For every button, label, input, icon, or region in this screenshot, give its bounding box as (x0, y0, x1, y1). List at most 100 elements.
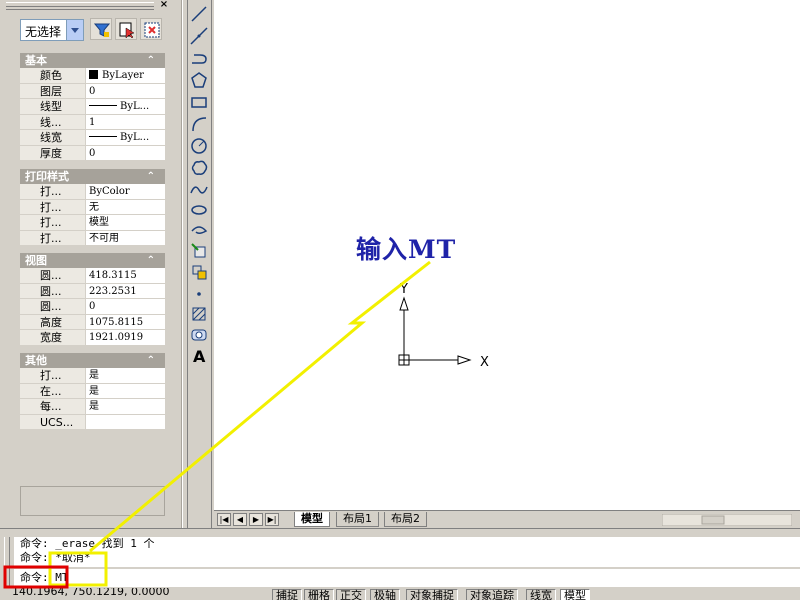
tab-layout2[interactable]: 布局2 (384, 512, 427, 527)
hatch-tool-button[interactable] (188, 304, 210, 324)
construction-line-tool-button[interactable] (188, 26, 210, 46)
property-value[interactable] (86, 415, 165, 430)
line-icon (191, 6, 207, 22)
property-row[interactable]: 圆... 418.3115 (20, 268, 165, 284)
horizontal-scrollbar[interactable] (662, 514, 792, 526)
property-value[interactable]: 1921.0919 (86, 330, 165, 345)
collapse-icon[interactable]: ⌃ (147, 169, 155, 184)
collapse-icon[interactable]: ⌃ (147, 353, 155, 368)
polygon-icon (191, 72, 207, 88)
line-tool-button[interactable] (188, 4, 210, 24)
property-value[interactable]: 是 (86, 399, 165, 414)
property-key: 线宽 (20, 130, 86, 145)
property-row[interactable]: 圆... 223.2531 (20, 283, 165, 299)
property-value[interactable]: 1 (86, 115, 165, 130)
selection-dropdown[interactable]: 无选择 (20, 19, 84, 41)
property-value[interactable]: ByColor (86, 184, 165, 199)
first-tab-button[interactable]: |◀ (217, 513, 231, 526)
palette-title-bar[interactable]: × (0, 0, 182, 12)
property-key: UCS... (20, 414, 86, 429)
grid-toggle[interactable]: 栅格 (304, 589, 334, 600)
property-row[interactable]: 在... 是 (20, 383, 165, 399)
property-value[interactable]: 模型 (86, 215, 165, 230)
ucs-x-label: X (480, 355, 489, 370)
section-view-header[interactable]: 视图 ⌃ (20, 253, 165, 268)
property-row[interactable]: 线宽 ByL... (20, 130, 165, 146)
property-value[interactable]: ByL... (86, 99, 165, 114)
property-value[interactable]: 0 (86, 146, 165, 161)
property-value[interactable]: 0 (86, 299, 165, 314)
osnap-toggle[interactable]: 对象捕捉 (406, 589, 458, 600)
property-row[interactable]: 颜色 ByLayer (20, 68, 165, 84)
property-value[interactable]: 是 (86, 368, 165, 383)
rectangle-tool-button[interactable] (188, 92, 210, 112)
property-row[interactable]: 打... 不可用 (20, 230, 165, 246)
property-row[interactable]: 线... 1 (20, 114, 165, 130)
insert-block-tool-button[interactable] (188, 241, 210, 261)
quick-select-button[interactable] (140, 18, 162, 40)
multiline-text-tool-button[interactable]: A (188, 345, 210, 365)
snap-toggle[interactable]: 捕捉 (272, 589, 302, 600)
palette-grip[interactable] (6, 2, 154, 10)
select-objects-button[interactable] (115, 18, 137, 40)
point-tool-button[interactable] (188, 284, 210, 304)
property-row[interactable]: 打... 无 (20, 199, 165, 215)
section-plot-style-header[interactable]: 打印样式 ⌃ (20, 169, 165, 184)
tab-layout1[interactable]: 布局1 (336, 512, 379, 527)
model-toggle[interactable]: 模型 (560, 589, 590, 600)
property-value[interactable]: 1075.8115 (86, 315, 165, 330)
property-row[interactable]: 圆... 0 (20, 299, 165, 315)
property-value[interactable]: ByLayer (86, 68, 165, 83)
polygon-tool-button[interactable] (188, 70, 210, 90)
property-value[interactable]: 无 (86, 200, 165, 215)
polar-toggle[interactable]: 极轴 (370, 589, 400, 600)
make-block-tool-button[interactable] (188, 262, 210, 282)
section-basic-header[interactable]: 基本 ⌃ (20, 53, 165, 68)
lineweight-toggle[interactable]: 线宽 (526, 589, 556, 600)
drawing-canvas[interactable]: 输入MT Y X (214, 0, 800, 510)
property-value[interactable]: ByL... (86, 130, 165, 145)
property-row[interactable]: 打... ByColor (20, 184, 165, 200)
property-value[interactable]: 0 (86, 84, 165, 99)
section-basic: 基本 ⌃ 颜色 ByLayer 图层 0 线型 ByL... 线... 1 线宽 ByL.… (20, 53, 165, 161)
properties-palette: × 无选择 基本 ⌃ 颜色 ByLayer 图层 0 线型 ByL... 线... 1 … (0, 0, 182, 528)
ellipse-tool-button[interactable] (188, 200, 210, 220)
property-row[interactable]: 打... 模型 (20, 215, 165, 231)
filter-icon (93, 23, 111, 37)
otrack-toggle[interactable]: 对象追踪 (466, 589, 518, 600)
revision-cloud-tool-button[interactable] (188, 158, 210, 178)
last-tab-button[interactable]: ▶| (265, 513, 279, 526)
property-row[interactable]: UCS... (20, 414, 165, 430)
property-value[interactable]: 不可用 (86, 231, 165, 246)
next-tab-button[interactable]: ▶ (249, 513, 263, 526)
spline-tool-button[interactable] (188, 180, 210, 200)
make-block-icon (192, 265, 207, 280)
property-row[interactable]: 宽度 1921.0919 (20, 330, 165, 346)
tab-model[interactable]: 模型 (294, 512, 330, 527)
property-row[interactable]: 每... 是 (20, 399, 165, 415)
property-row[interactable]: 高度 1075.8115 (20, 314, 165, 330)
chevron-down-icon[interactable] (66, 20, 83, 40)
property-row[interactable]: 线型 ByL... (20, 99, 165, 115)
region-tool-button[interactable] (188, 325, 210, 345)
polyline-tool-button[interactable] (188, 48, 210, 68)
toggle-pickadd-button[interactable] (90, 18, 112, 40)
close-icon[interactable]: × (158, 0, 170, 11)
property-row[interactable]: 厚度 0 (20, 145, 165, 161)
property-row[interactable]: 图层 0 (20, 83, 165, 99)
section-misc-header[interactable]: 其他 ⌃ (20, 353, 165, 368)
ellipse-arc-tool-button[interactable] (188, 220, 210, 240)
ortho-toggle[interactable]: 正交 (336, 589, 366, 600)
property-row[interactable]: 打... 是 (20, 368, 165, 384)
region-icon (191, 329, 207, 341)
collapse-icon[interactable]: ⌃ (147, 53, 155, 68)
arc-tool-button[interactable] (188, 114, 210, 134)
property-value[interactable]: 418.3115 (86, 268, 165, 283)
command-input[interactable]: 命令: MT (14, 569, 800, 587)
property-value[interactable]: 是 (86, 384, 165, 399)
command-window-grip[interactable] (4, 537, 10, 587)
circle-tool-button[interactable] (188, 136, 210, 156)
collapse-icon[interactable]: ⌃ (147, 253, 155, 268)
prev-tab-button[interactable]: ◀ (233, 513, 247, 526)
property-value[interactable]: 223.2531 (86, 284, 165, 299)
